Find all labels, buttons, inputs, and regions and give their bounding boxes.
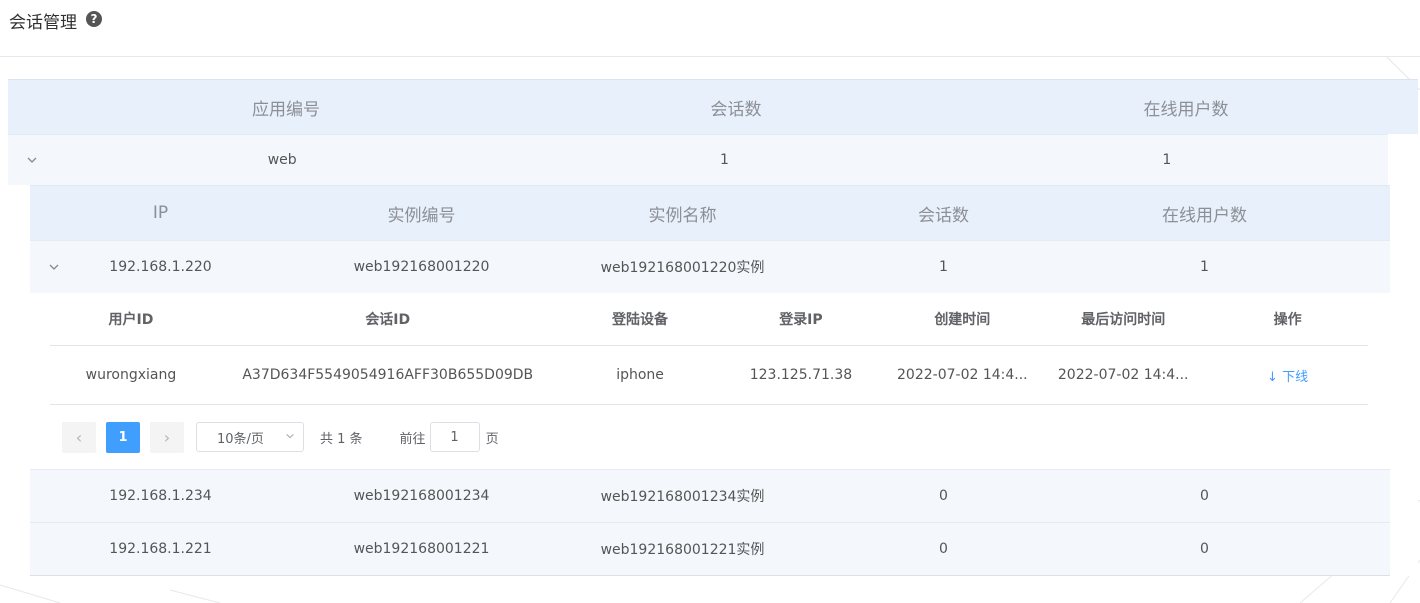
login-device: iphone <box>616 367 664 383</box>
action-cell: ↓ 下线 <box>1207 366 1368 385</box>
header-action: 操作 <box>1273 312 1302 328</box>
header-instance-sessions: 会话数 <box>918 205 969 226</box>
header-instance-id: 实例编号 <box>387 205 456 226</box>
header-last-access: 最后访问时间 <box>1081 312 1166 328</box>
login-ip: 123.125.71.38 <box>749 367 853 383</box>
session-table: 应用编号 会话数 在线用户数 web 1 1 IP 实例编号 实例名称 会话数 … <box>8 79 1418 576</box>
instance-ip: 192.168.1.220 <box>109 259 212 275</box>
pagination: ‹ 1 › 10条/页 共 1 条 前往 1 页 <box>62 421 499 453</box>
instance-name: web192168001221实例 <box>600 542 765 558</box>
chevron-right-icon[interactable]: › <box>150 421 184 453</box>
instance-sessions: 0 <box>939 488 948 504</box>
created-time: 2022-07-02 14:4... <box>897 367 1028 383</box>
offline-label: 下线 <box>1282 369 1309 385</box>
instance-ip: 192.168.1.221 <box>109 541 212 557</box>
header-session-id: 会话ID <box>365 312 411 328</box>
session-detail-table: 用户ID 会话ID 登陆设备 登录IP 创建时间 最后访问时间 操作 wuron… <box>50 293 1368 469</box>
page-size-select[interactable]: 10条/页 <box>196 422 304 452</box>
page-header: 会话管理 ? <box>0 0 1420 57</box>
session-table-header: 用户ID 会话ID 登陆设备 登录IP 创建时间 最后访问时间 操作 <box>50 293 1368 346</box>
page-suffix: 页 <box>485 431 499 447</box>
goto-page-input[interactable]: 1 <box>429 422 480 452</box>
question-circle-icon[interactable]: ? <box>86 11 102 27</box>
instance-row[interactable]: 192.168.1.220 web192168001220 web1921680… <box>30 240 1390 293</box>
chevron-down-icon[interactable] <box>25 154 39 168</box>
instance-online-users: 1 <box>1200 259 1209 275</box>
instance-name: web192168001220实例 <box>600 260 765 276</box>
instance-id: web192168001220 <box>353 259 490 275</box>
app-sessions: 1 <box>720 152 729 168</box>
instance-id: web192168001234 <box>353 488 490 504</box>
header-login-ip: 登录IP <box>779 312 823 328</box>
instance-sessions: 1 <box>939 259 948 275</box>
goto-label: 前往 <box>399 431 426 447</box>
page-title: 会话管理 <box>9 13 77 33</box>
instance-ip: 192.168.1.234 <box>109 488 212 504</box>
instance-id: web192168001221 <box>353 541 490 557</box>
app-id: web <box>267 152 297 168</box>
header-ip: IP <box>152 203 169 223</box>
chevron-left-icon[interactable]: ‹ <box>62 421 96 453</box>
header-instance-online-users: 在线用户数 <box>1162 205 1247 226</box>
session-row: wurongxiang A37D634F5549054916AFF30B655D… <box>50 346 1368 405</box>
instance-name: web192168001234实例 <box>600 489 765 505</box>
header-app-id: 应用编号 <box>252 99 320 120</box>
total-count: 共 1 条 <box>320 431 363 447</box>
last-access-time: 2022-07-02 14:4... <box>1057 367 1189 383</box>
header-instance-name: 实例名称 <box>648 205 717 226</box>
header-user-id: 用户ID <box>108 312 154 328</box>
instance-table-header: IP 实例编号 实例名称 会话数 在线用户数 <box>30 185 1390 240</box>
arrow-down-icon: ↓ <box>1267 369 1278 385</box>
header-online-users: 在线用户数 <box>1143 99 1229 120</box>
page-number-1[interactable]: 1 <box>106 421 140 453</box>
chevron-down-icon <box>285 430 295 445</box>
page-size-value: 10条/页 <box>217 431 264 447</box>
instance-online-users: 0 <box>1200 488 1209 504</box>
instance-row[interactable]: 192.168.1.221 web192168001221 web1921680… <box>30 522 1390 575</box>
instance-sessions: 0 <box>939 541 948 557</box>
header-sessions: 会话数 <box>710 99 762 120</box>
app-table-header: 应用编号 会话数 在线用户数 <box>8 79 1418 134</box>
chevron-down-icon[interactable] <box>47 261 61 275</box>
app-online-users: 1 <box>1162 152 1172 168</box>
header-created: 创建时间 <box>934 312 991 328</box>
user-id: wurongxiang <box>85 367 177 383</box>
header-device: 登陆设备 <box>612 312 669 328</box>
instance-row[interactable]: 192.168.1.234 web192168001234 web1921680… <box>30 469 1390 522</box>
app-row[interactable]: web 1 1 <box>8 134 1388 185</box>
offline-button[interactable]: ↓ 下线 <box>1267 370 1308 385</box>
table-divider <box>30 575 1390 576</box>
session-id: A37D634F5549054916AFF30B655D09DB <box>242 367 534 383</box>
instance-online-users: 0 <box>1200 541 1209 557</box>
